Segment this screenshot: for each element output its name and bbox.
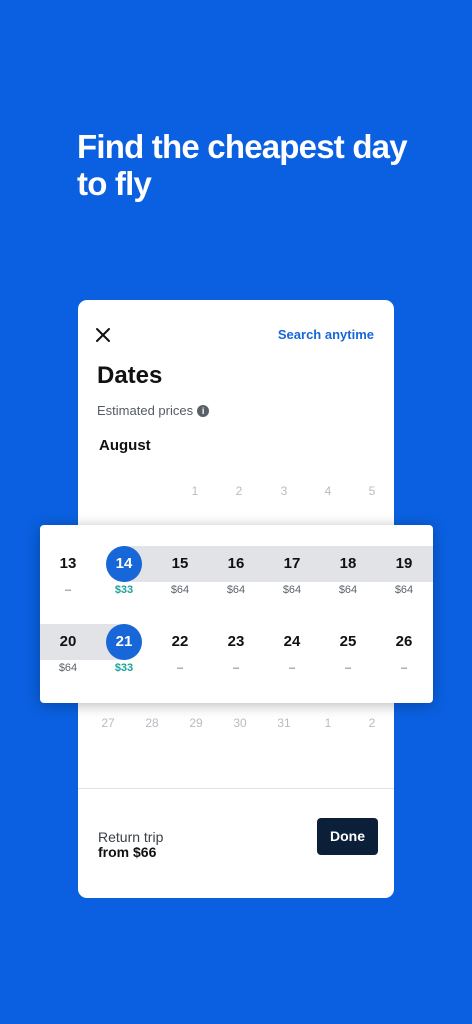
headline: Find the cheapest day to fly (77, 128, 408, 202)
day-number: 20 (59, 633, 77, 650)
day-price: – (400, 662, 408, 674)
info-icon[interactable]: i (197, 404, 210, 417)
day-price: – (232, 662, 240, 674)
calendar-day[interactable]: 2 (219, 484, 259, 498)
calendar-day[interactable]: 25 – (324, 624, 372, 676)
day-number: 21 (106, 624, 142, 660)
day-number: 25 (339, 633, 357, 650)
calendar-day-selected[interactable]: 14 $33 (100, 546, 148, 598)
day-price: – (64, 584, 72, 596)
zoomed-calendar-weeks: 13 – 14 $33 15 $64 16 $64 17 $64 18 $64 … (40, 525, 433, 703)
calendar-day[interactable]: 29 (176, 716, 216, 730)
return-trip-price: from $66 (98, 844, 157, 860)
day-price: – (176, 662, 184, 674)
day-price: $33 (114, 584, 134, 596)
day-number: 19 (395, 555, 413, 572)
calendar-day[interactable]: 17 $64 (268, 546, 316, 598)
calendar-day[interactable]: 5 (352, 484, 392, 498)
calendar-day[interactable]: 30 (220, 716, 260, 730)
day-number: 23 (227, 633, 245, 650)
calendar-day[interactable]: 19 $64 (380, 546, 428, 598)
day-number: 13 (59, 555, 77, 572)
estimated-prices-label: Estimated prices (97, 403, 194, 418)
close-icon[interactable] (94, 326, 112, 344)
week-row-faded-top: 1 2 3 4 5 (78, 484, 394, 504)
calendar-day[interactable]: 23 – (212, 624, 260, 676)
week-row-faded-bottom: 27 28 29 30 31 1 2 (78, 716, 394, 736)
day-price: $64 (338, 584, 358, 596)
calendar-day[interactable]: 4 (308, 484, 348, 498)
calendar-day[interactable]: 27 (88, 716, 128, 730)
day-number: 24 (283, 633, 301, 650)
calendar-day[interactable]: 31 (264, 716, 304, 730)
day-price: $33 (114, 662, 134, 674)
calendar-day[interactable]: 18 $64 (324, 546, 372, 598)
calendar-day[interactable]: 22 – (156, 624, 204, 676)
day-price: $64 (394, 584, 414, 596)
day-price: – (344, 662, 352, 674)
calendar-day[interactable]: 24 – (268, 624, 316, 676)
calendar-day[interactable]: 3 (264, 484, 304, 498)
day-price: $64 (226, 584, 246, 596)
day-number: 17 (283, 555, 301, 572)
calendar-day[interactable]: 15 $64 (156, 546, 204, 598)
month-label: August (99, 437, 151, 454)
day-number: 26 (395, 633, 413, 650)
divider (78, 788, 394, 789)
day-number: 15 (171, 555, 189, 572)
day-price: $64 (58, 662, 78, 674)
calendar-day[interactable]: 1 (175, 484, 215, 498)
calendar-day[interactable]: 28 (132, 716, 172, 730)
day-price: $64 (282, 584, 302, 596)
day-price: – (288, 662, 296, 674)
page-title: Dates (97, 362, 163, 389)
calendar-day-selected[interactable]: 21 $33 (100, 624, 148, 676)
calendar-day[interactable]: 20 $64 (44, 624, 92, 676)
day-number: 18 (339, 555, 357, 572)
day-price: $64 (170, 584, 190, 596)
day-number: 22 (171, 633, 189, 650)
calendar-day[interactable]: 2 (352, 716, 392, 730)
return-trip-label: Return trip (98, 829, 164, 845)
day-number: 16 (227, 555, 245, 572)
day-number: 14 (106, 546, 142, 582)
estimated-prices-row: Estimated prices i (97, 403, 210, 418)
calendar-day[interactable]: 13 – (44, 546, 92, 598)
calendar-day[interactable]: 26 – (380, 624, 428, 676)
calendar-day[interactable]: 16 $64 (212, 546, 260, 598)
search-anytime-link[interactable]: Search anytime (278, 327, 374, 342)
calendar-day[interactable]: 1 (308, 716, 348, 730)
done-button[interactable]: Done (317, 818, 378, 855)
